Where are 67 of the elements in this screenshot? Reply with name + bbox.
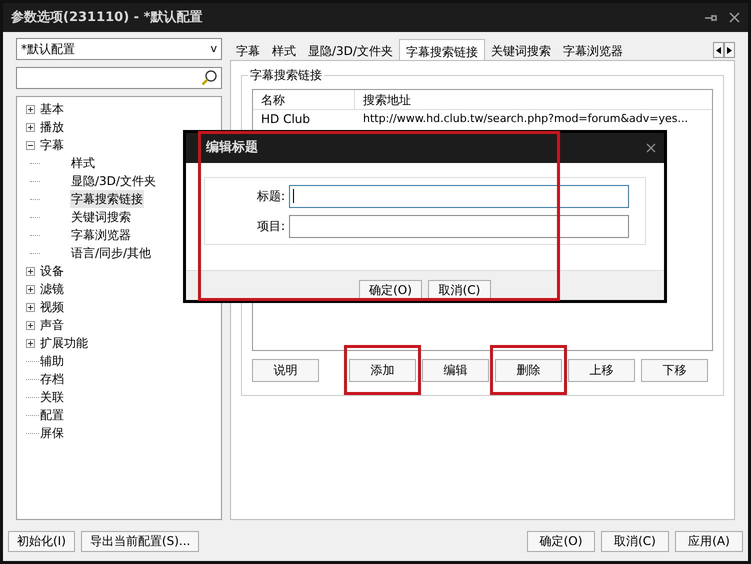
tab[interactable]: 显隐/3D/文件夹: [302, 40, 399, 60]
tree-item[interactable]: 字幕搜索链接: [70, 190, 144, 208]
expand-icon[interactable]: [26, 320, 35, 330]
tree-item[interactable]: 字幕: [39, 136, 65, 154]
button[interactable]: 删除: [495, 358, 562, 382]
button[interactable]: 编辑: [422, 358, 489, 382]
expand-icon[interactable]: [26, 122, 35, 132]
dialog-title: 编辑标题: [206, 138, 258, 158]
tree-item[interactable]: 字幕浏览器: [70, 226, 132, 244]
column-header[interactable]: 搜索地址: [355, 90, 712, 109]
tree-item[interactable]: 声音: [39, 316, 65, 334]
expand-icon[interactable]: [26, 266, 35, 276]
button[interactable]: 上移: [568, 358, 635, 382]
tab[interactable]: 关键词搜索: [484, 40, 557, 60]
profile-dropdown[interactable]: *默认配置 v: [16, 38, 222, 60]
button[interactable]: 导出当前配置(S)...: [80, 530, 200, 552]
tree-item[interactable]: 基本: [39, 100, 65, 118]
tab[interactable]: 样式: [266, 40, 302, 60]
input-field[interactable]: [289, 214, 629, 238]
search-field[interactable]: [16, 67, 222, 89]
window-title: 参数选项(231110) - *默认配置: [11, 8, 202, 27]
tree-item[interactable]: 显隐/3D/文件夹: [70, 172, 157, 190]
field-label: 标题:: [256, 188, 286, 205]
button[interactable]: 取消(C): [601, 530, 669, 552]
tree-item[interactable]: 关联: [39, 388, 65, 406]
expand-icon[interactable]: [26, 104, 35, 114]
tree-item[interactable]: 存档: [39, 370, 65, 388]
tree-item[interactable]: 关键词搜索: [70, 208, 132, 226]
tree-item[interactable]: 设备: [39, 262, 65, 280]
button[interactable]: 添加: [349, 358, 416, 382]
scroll-left-button[interactable]: [713, 42, 724, 58]
tab[interactable]: 字幕: [230, 40, 266, 60]
button[interactable]: 下移: [641, 358, 708, 382]
scroll-right-button[interactable]: [724, 42, 735, 58]
text-cursor: [293, 189, 294, 203]
tab[interactable]: 字幕搜索链接: [398, 39, 485, 61]
field-label: 项目:: [256, 218, 286, 235]
search-icon[interactable]: [201, 70, 217, 86]
table-cell-text: http://www.hd.club.tw/search.php?mod=forum&adv=yes...: [362, 110, 689, 127]
tree-item[interactable]: 视频: [39, 298, 65, 316]
expand-icon[interactable]: [26, 338, 35, 348]
close-icon[interactable]: [729, 12, 740, 23]
button[interactable]: 确定(O): [527, 530, 595, 552]
tab[interactable]: 字幕浏览器: [556, 40, 629, 60]
table-cell-text: HD Club: [260, 111, 312, 128]
expand-icon[interactable]: [26, 284, 35, 294]
button[interactable]: 说明: [252, 358, 319, 382]
left-arrow-icon: [716, 46, 721, 54]
tree-item[interactable]: 样式: [70, 154, 96, 172]
button[interactable]: 初始化(I): [8, 530, 75, 552]
tree-item[interactable]: 播放: [39, 118, 65, 136]
tree-item[interactable]: 语言/同步/其他: [70, 244, 152, 262]
input-field[interactable]: [289, 184, 629, 208]
button[interactable]: 确定(O): [359, 280, 422, 300]
tree-item[interactable]: 辅助: [39, 352, 65, 370]
tree-item[interactable]: 屏保: [39, 424, 65, 442]
tree-item[interactable]: 滤镜: [39, 280, 65, 298]
tree-item[interactable]: 扩展功能: [39, 334, 89, 352]
group-title: 字幕搜索链接: [248, 66, 324, 84]
column-header[interactable]: 名称: [253, 90, 355, 109]
expand-icon[interactable]: [26, 302, 35, 312]
button[interactable]: 应用(A): [675, 530, 743, 552]
collapse-icon[interactable]: [26, 140, 35, 150]
right-arrow-icon: [727, 46, 732, 54]
close-icon[interactable]: [646, 143, 656, 153]
tree-item[interactable]: 配置: [39, 406, 65, 424]
button[interactable]: 取消(C): [428, 280, 491, 300]
